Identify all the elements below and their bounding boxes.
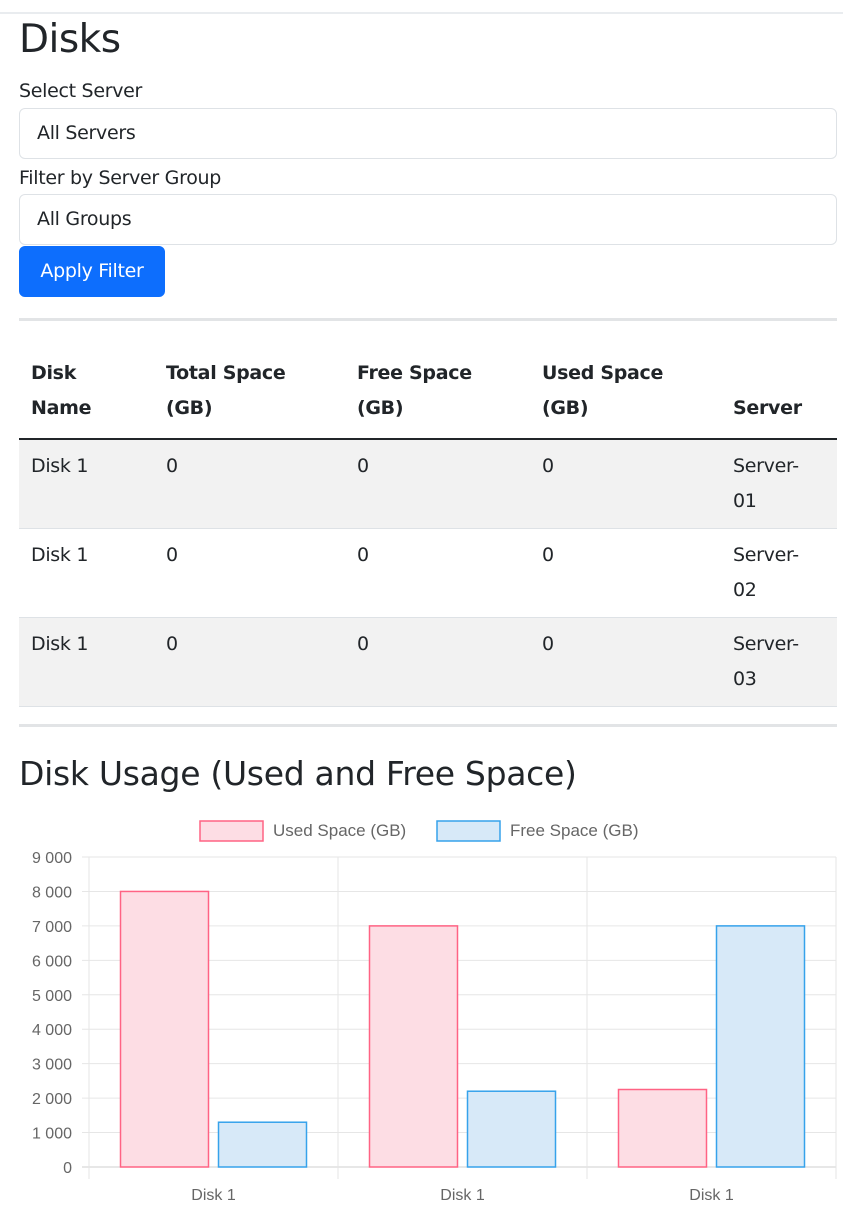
cell-total-space: 0: [154, 439, 345, 529]
bar-free-1: [217, 1121, 308, 1168]
cell-disk-name: Disk 1: [19, 439, 154, 529]
x-axis: Disk 1 Disk 1 Disk 1: [191, 1187, 734, 1204]
col-total-space: Total Space (GB): [154, 342, 345, 440]
y-tick-label: 1 000: [32, 1126, 72, 1143]
y-tick-label: 3 000: [32, 1057, 72, 1074]
cell-free-space: 0: [345, 617, 530, 707]
cell-server: Server- 02: [721, 528, 837, 618]
col-used-space: Used Space (GB): [530, 342, 721, 440]
y-tick-label: 2 000: [32, 1091, 72, 1108]
cell-total-space: 0: [154, 528, 345, 618]
group-select-value: All Groups: [37, 208, 132, 230]
col-disk-name: Disk Name: [19, 342, 154, 440]
bar-used-3: [617, 1088, 708, 1168]
group-select[interactable]: All Groups: [19, 194, 837, 245]
cell-used-space: 0: [530, 528, 721, 618]
bar-used-1: [119, 890, 210, 1168]
page-title: Disks: [19, 17, 121, 62]
disk-usage-chart: Used Space (GB) Free Space (GB) 0 1 000 2 0…: [32, 820, 837, 1204]
section-divider: [19, 724, 837, 727]
table-row: Disk 1 0 0 0 Server- 01: [19, 439, 837, 529]
y-tick-label: 6 000: [32, 953, 72, 970]
group-select-label: Filter by Server Group: [19, 167, 222, 189]
apply-filter-button[interactable]: Apply Filter: [19, 246, 165, 297]
cell-total-space: 0: [154, 617, 345, 707]
cell-disk-name: Disk 1: [19, 617, 154, 707]
y-axis: 0 1 000 2 000 3 000 4 000 5 000 6 000 7 000 8 00…: [32, 850, 72, 1177]
legend-swatch-used: [199, 820, 264, 842]
bar-free-3: [715, 925, 806, 1168]
table-header-row: Disk Name Total Space (GB) Free Space (GB) …: [19, 342, 837, 440]
server-select[interactable]: All Servers: [19, 108, 837, 159]
disks-table: Disk Name Total Space (GB) Free Space (GB) …: [19, 342, 837, 707]
cell-used-space: 0: [530, 617, 721, 707]
top-divider: [0, 12, 843, 14]
chart-legend[interactable]: Used Space (GB) Free Space (GB): [199, 820, 639, 842]
bar-free-2: [466, 1090, 557, 1168]
y-tick-label: 4 000: [32, 1022, 72, 1039]
legend-swatch-free: [436, 820, 501, 842]
cell-free-space: 0: [345, 439, 530, 529]
cell-server: Server- 03: [721, 617, 837, 707]
x-tick-label: Disk 1: [440, 1187, 485, 1204]
cell-server: Server- 01: [721, 439, 837, 529]
x-tick-label: Disk 1: [191, 1187, 236, 1204]
legend-label-free: Free Space (GB): [510, 821, 639, 840]
section-divider: [19, 318, 837, 321]
server-select-label: Select Server: [19, 80, 143, 102]
y-tick-label: 5 000: [32, 988, 72, 1005]
x-tick-label: Disk 1: [689, 1187, 734, 1204]
y-tick-label: 8 000: [32, 884, 72, 901]
y-tick-label: 9 000: [32, 850, 72, 867]
cell-used-space: 0: [530, 439, 721, 529]
y-tick-label: 0: [63, 1160, 72, 1177]
server-select-value: All Servers: [37, 122, 136, 144]
bar-used-2: [368, 925, 459, 1168]
col-free-space: Free Space (GB): [345, 342, 530, 440]
y-tick-label: 7 000: [32, 919, 72, 936]
cell-disk-name: Disk 1: [19, 528, 154, 618]
cell-free-space: 0: [345, 528, 530, 618]
table-row: Disk 1 0 0 0 Server- 03: [19, 617, 837, 707]
table-row: Disk 1 0 0 0 Server- 02: [19, 528, 837, 618]
col-server: Server: [721, 342, 837, 440]
legend-label-used: Used Space (GB): [273, 821, 406, 840]
chart-title: Disk Usage (Used and Free Space): [19, 754, 577, 793]
